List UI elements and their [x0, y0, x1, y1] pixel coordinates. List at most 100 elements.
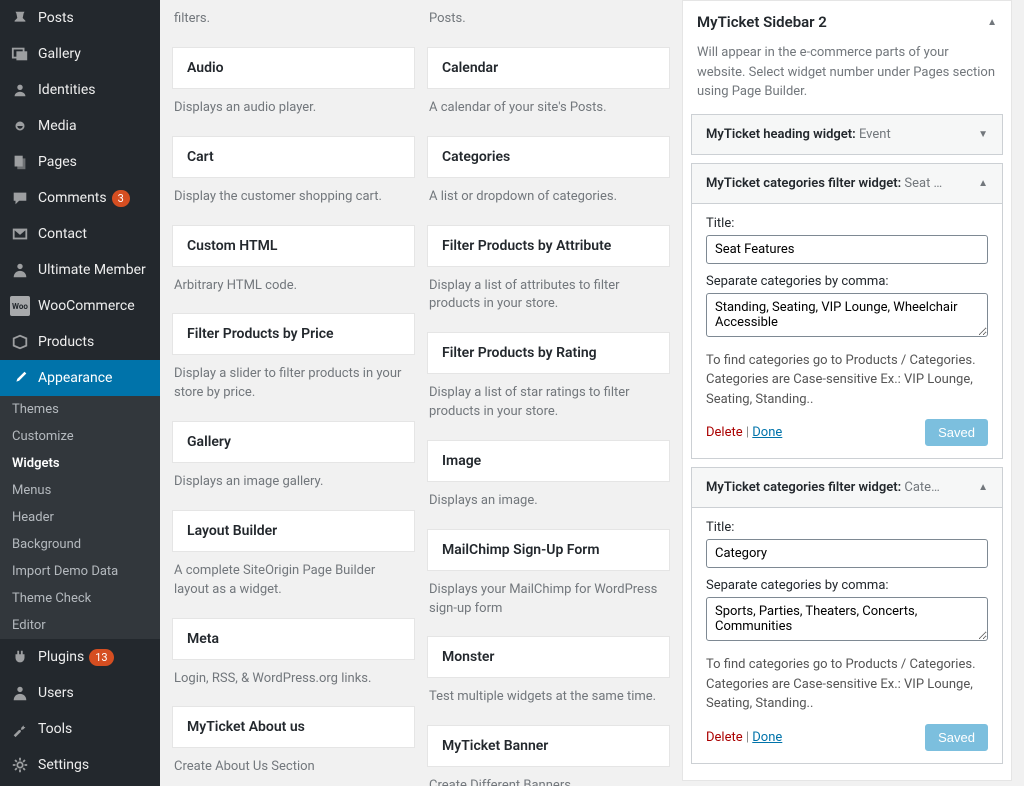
menu-posts[interactable]: Posts: [0, 0, 160, 36]
delete-link[interactable]: Delete: [706, 425, 743, 440]
menu-plugins[interactable]: Plugins13: [0, 639, 160, 675]
chevron-up-icon: ▲: [978, 178, 988, 189]
pages-icon: [10, 152, 30, 172]
saved-button[interactable]: Saved: [925, 724, 988, 751]
widget-desc: filters.: [172, 0, 415, 47]
menu-woocommerce[interactable]: WooWooCommerce: [0, 288, 160, 324]
widget-desc: Test multiple widgets at the same time.: [427, 678, 670, 725]
widget-desc: A list or dropdown of categories.: [427, 178, 670, 225]
mail-icon: [10, 224, 30, 244]
sidebar-widget: MyTicket categories filter widget: Cate……: [691, 467, 1003, 764]
title-input[interactable]: [706, 539, 988, 568]
comments-badge: 3: [112, 190, 130, 207]
menu-pages[interactable]: Pages: [0, 144, 160, 180]
available-widget[interactable]: Categories: [427, 136, 670, 178]
available-widget[interactable]: MyTicket Banner: [427, 725, 670, 767]
menu-appearance[interactable]: Appearance: [0, 360, 160, 396]
sidebar-box-myticket-2: MyTicket Sidebar 2 ▲ Will appear in the …: [682, 0, 1012, 781]
menu-comments[interactable]: Comments3: [0, 180, 160, 216]
available-widget[interactable]: Audio: [172, 47, 415, 89]
plug-icon: [10, 647, 30, 667]
submenu-theme-check[interactable]: Theme Check: [0, 585, 160, 612]
done-link[interactable]: Done: [752, 425, 782, 440]
chevron-down-icon: ▼: [978, 129, 988, 140]
sidebar-widget-head[interactable]: MyTicket heading widget: Event▼: [692, 115, 1002, 154]
chevron-up-icon: ▲: [978, 482, 988, 493]
menu-contact[interactable]: Contact: [0, 216, 160, 252]
delete-link[interactable]: Delete: [706, 730, 743, 745]
submenu-widgets[interactable]: Widgets: [0, 450, 160, 477]
menu-ultimate-member[interactable]: Ultimate Member: [0, 252, 160, 288]
widget-desc: Create Different Banners: [427, 767, 670, 786]
menu-media[interactable]: Media: [0, 108, 160, 144]
menu-identities[interactable]: Identities: [0, 72, 160, 108]
widget-desc: Display a slider to filter products in y…: [172, 355, 415, 421]
widget-subtitle: Cate…: [904, 480, 939, 495]
available-widget[interactable]: MyTicket About us: [172, 706, 415, 748]
plugins-badge: 13: [89, 649, 113, 666]
widget-desc: Display the customer shopping cart.: [172, 178, 415, 225]
sidebar-areas: MyTicket Sidebar 2 ▲ Will appear in the …: [682, 0, 1012, 786]
box-icon: [10, 332, 30, 352]
main-content: filters.AudioDisplays an audio player.Ca…: [160, 0, 1024, 786]
available-widget[interactable]: Monster: [427, 636, 670, 678]
form-hint: To find categories go to Products / Cate…: [706, 351, 988, 410]
widget-desc: Displays your MailChimp for WordPress si…: [427, 571, 670, 637]
saved-button[interactable]: Saved: [925, 419, 988, 446]
available-widget[interactable]: Image: [427, 440, 670, 482]
widget-desc: A calendar of your site's Posts.: [427, 89, 670, 136]
sidebar-widget-head[interactable]: MyTicket categories filter widget: Seat …: [692, 164, 1002, 203]
sidebar-widget: MyTicket categories filter widget: Seat …: [691, 163, 1003, 460]
widget-form: Title: Separate categories by comma: Stand…: [692, 203, 1002, 459]
menu-gallery[interactable]: Gallery: [0, 36, 160, 72]
widget-desc: Arbitrary HTML code.: [172, 267, 415, 314]
media-icon: [10, 116, 30, 136]
available-widget[interactable]: Filter Products by Price: [172, 313, 415, 355]
gallery-icon: [10, 44, 30, 64]
available-widget[interactable]: Filter Products by Rating: [427, 332, 670, 374]
title-label: Title:: [706, 216, 988, 231]
sidebar-head[interactable]: MyTicket Sidebar 2 ▲: [683, 1, 1011, 43]
available-widget[interactable]: Cart: [172, 136, 415, 178]
menu-products[interactable]: Products: [0, 324, 160, 360]
menu-tools[interactable]: Tools: [0, 711, 160, 747]
cats-textarea[interactable]: Standing, Seating, VIP Lounge, Wheelchai…: [706, 293, 988, 337]
available-widget[interactable]: Calendar: [427, 47, 670, 89]
menu-users[interactable]: Users: [0, 675, 160, 711]
submenu-import-demo[interactable]: Import Demo Data: [0, 558, 160, 585]
widget-desc: Displays an image.: [427, 482, 670, 529]
woo-icon: Woo: [10, 296, 30, 316]
submenu-menus[interactable]: Menus: [0, 477, 160, 504]
available-widget[interactable]: Filter Products by Attribute: [427, 225, 670, 267]
sidebar-widget-head[interactable]: MyTicket categories filter widget: Cate……: [692, 468, 1002, 507]
done-link[interactable]: Done: [752, 730, 782, 745]
gear-icon: [10, 755, 30, 775]
cats-textarea[interactable]: Sports, Parties, Theaters, Concerts, Com…: [706, 597, 988, 641]
available-widget[interactable]: Layout Builder: [172, 510, 415, 552]
pin-icon: [10, 8, 30, 28]
user-icon: [10, 260, 30, 280]
available-widget[interactable]: Meta: [172, 618, 415, 660]
widget-subtitle: Seat …: [904, 176, 942, 191]
available-widget[interactable]: MailChimp Sign-Up Form: [427, 529, 670, 571]
submenu-themes[interactable]: Themes: [0, 396, 160, 423]
menu-settings[interactable]: Settings: [0, 747, 160, 783]
widget-subtitle: Event: [859, 127, 891, 142]
submenu-customize[interactable]: Customize: [0, 423, 160, 450]
available-widget[interactable]: Gallery: [172, 421, 415, 463]
widget-desc: Displays an audio player.: [172, 89, 415, 136]
submenu-header[interactable]: Header: [0, 504, 160, 531]
cats-label: Separate categories by comma:: [706, 274, 988, 289]
sidebar-desc: Will appear in the e-commerce parts of y…: [683, 43, 1011, 114]
chevron-up-icon: ▲: [987, 17, 997, 28]
admin-sidebar: Posts Gallery Identities Media Pages Com…: [0, 0, 160, 786]
available-widget[interactable]: Custom HTML: [172, 225, 415, 267]
widget-name: MyTicket categories filter widget:: [706, 480, 901, 495]
widget-desc: Displays an image gallery.: [172, 463, 415, 510]
title-input[interactable]: [706, 235, 988, 264]
widget-desc: Display a list of attributes to filter p…: [427, 267, 670, 333]
available-widgets: filters.AudioDisplays an audio player.Ca…: [172, 0, 682, 786]
cats-label: Separate categories by comma:: [706, 578, 988, 593]
submenu-editor[interactable]: Editor: [0, 612, 160, 639]
submenu-background[interactable]: Background: [0, 531, 160, 558]
